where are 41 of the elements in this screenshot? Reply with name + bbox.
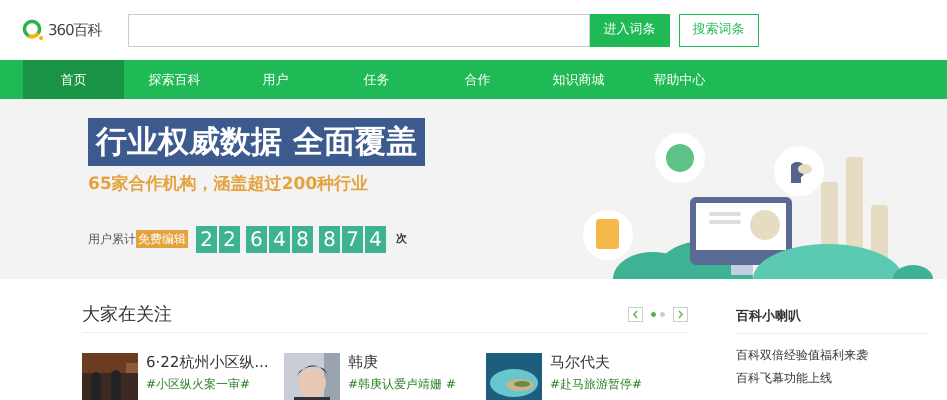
nav-tab[interactable]: 任务 xyxy=(326,60,427,99)
sidebar-link[interactable]: 百科双倍经验值福利来袭 xyxy=(736,344,928,366)
counter-unit: 次 xyxy=(396,230,407,247)
card-title[interactable]: 6·22杭州小区纵... xyxy=(146,353,269,371)
search-button[interactable]: 搜索词条 xyxy=(678,14,759,46)
chevron-icon xyxy=(677,310,684,319)
search-button[interactable]: 进入词条 xyxy=(590,14,670,46)
nav-tab[interactable]: 知识商城 xyxy=(528,60,629,99)
sidebar-title: 百科小喇叭 xyxy=(736,301,928,334)
card-tag[interactable]: #韩庚认爱卢靖姗 # xyxy=(348,375,456,393)
counter-digit: 8 xyxy=(319,226,340,252)
sidebar-link[interactable]: 百科飞幕功能上线 xyxy=(736,366,928,390)
counter-digit: 7 xyxy=(342,226,363,252)
nav-tab[interactable]: 探索百科 xyxy=(124,60,225,99)
card-tag[interactable]: #赴马旅游暂停# xyxy=(550,375,642,393)
counter-digit: 4 xyxy=(365,226,386,252)
section-title: 大家在关注 xyxy=(82,303,172,327)
nav-tab[interactable]: 合作 xyxy=(427,60,528,99)
counter-tag: 免费编辑 xyxy=(136,230,188,248)
chevron-icon xyxy=(632,310,639,319)
logo-text[interactable]: 360百科 xyxy=(48,18,102,42)
counter-digit: 4 xyxy=(269,226,290,252)
nav-tab[interactable]: 用户 xyxy=(225,60,326,99)
counter-digit: 2 xyxy=(196,226,217,252)
logo-icon xyxy=(22,19,44,41)
pager-dot[interactable] xyxy=(660,312,665,317)
card-title[interactable]: 韩庚 xyxy=(348,353,456,371)
counter-digit: 6 xyxy=(246,226,267,252)
nav-tab[interactable]: 帮助中心 xyxy=(629,60,730,99)
card-tag[interactable]: #小区纵火案一审# xyxy=(146,375,269,393)
search-field[interactable] xyxy=(128,14,590,46)
banner-subtitle: 65家合作机构，涵盖超过200种行业 xyxy=(88,173,368,196)
banner-headline: 行业权威数据 全面覆盖 xyxy=(88,118,425,166)
next-button[interactable] xyxy=(673,307,688,322)
previous-button[interactable] xyxy=(628,307,643,322)
counter-digit: 2 xyxy=(219,226,240,252)
nav-tab[interactable]: 首页 xyxy=(23,60,124,99)
counter-label: 用户累计 xyxy=(88,231,136,248)
counter-digit: 8 xyxy=(292,226,313,252)
pager-dot[interactable] xyxy=(651,312,656,317)
card-title[interactable]: 马尔代夫 xyxy=(550,353,642,371)
